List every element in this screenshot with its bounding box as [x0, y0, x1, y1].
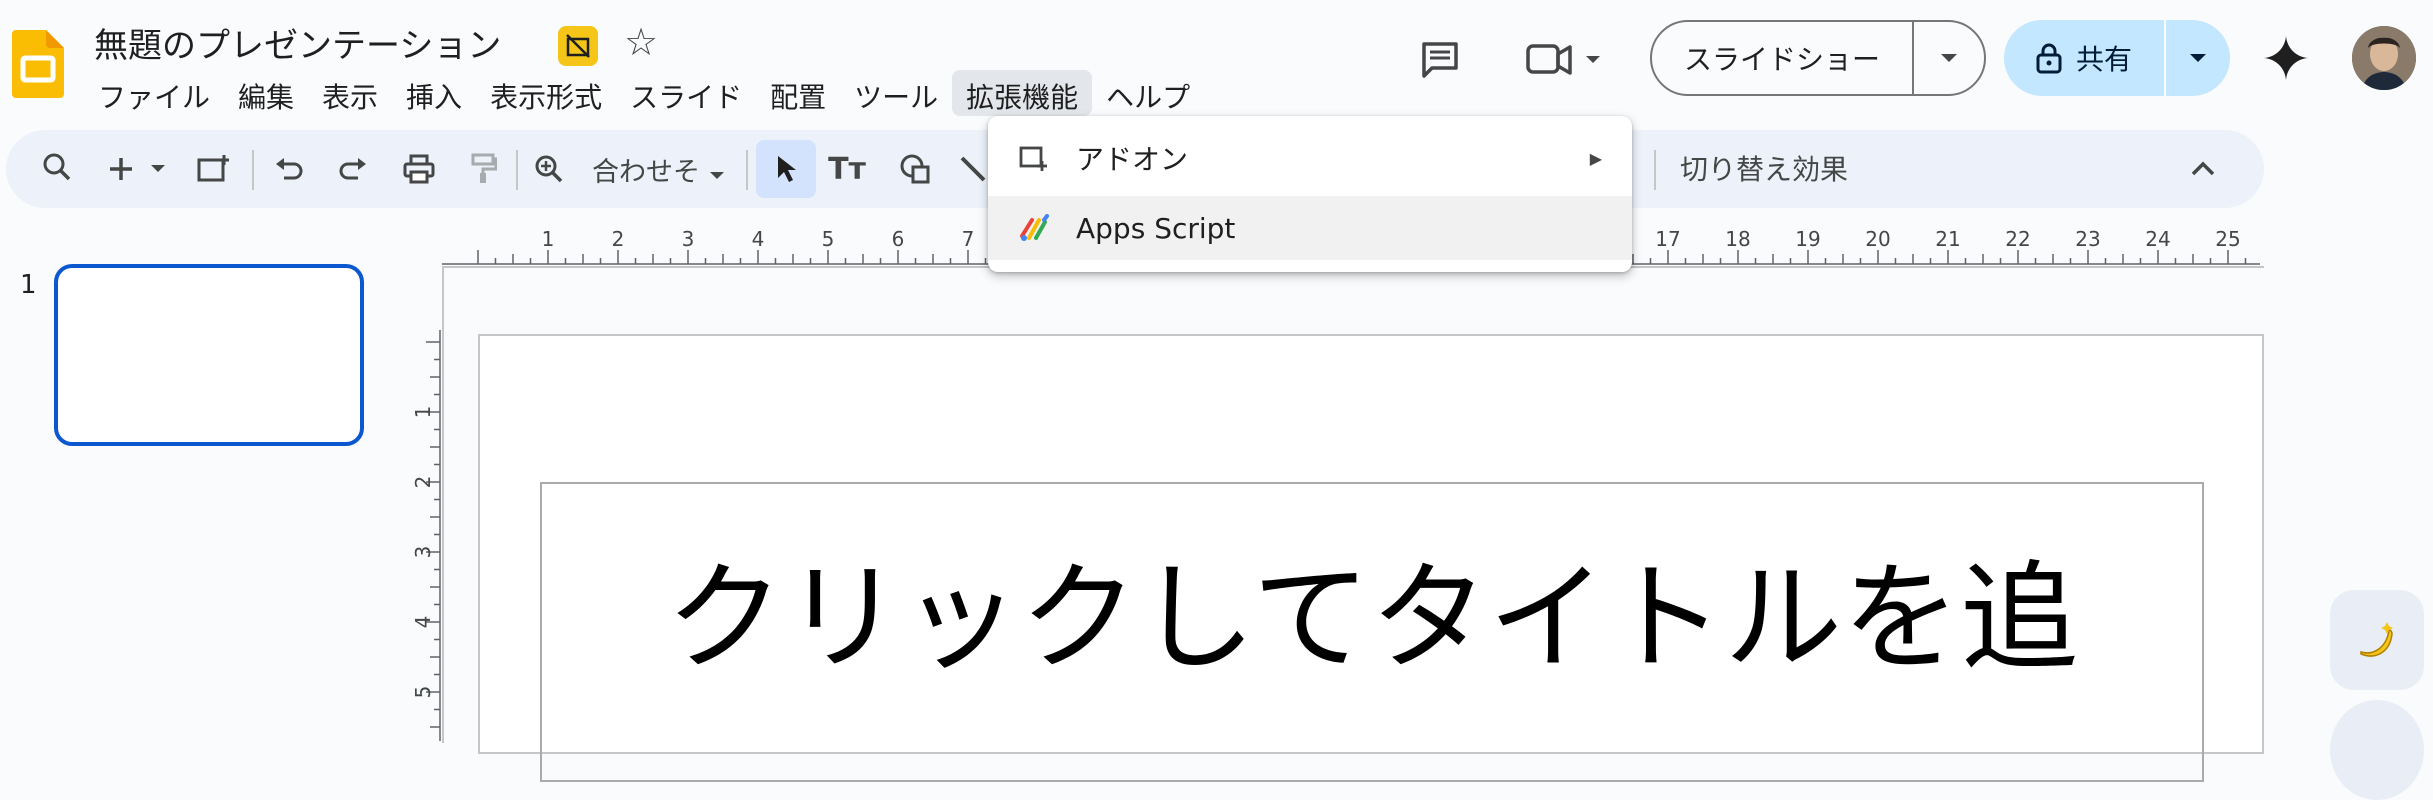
ruler-label: 17	[1655, 227, 1680, 251]
ruler-label: 5	[822, 227, 835, 251]
redo-icon[interactable]	[332, 148, 374, 190]
ruler-label: 25	[2215, 227, 2240, 251]
slideshow-button[interactable]: スライドショー	[1650, 20, 1986, 96]
menu-slide[interactable]: スライド	[616, 70, 756, 116]
submenu-arrow-icon: ▶	[1589, 148, 1602, 168]
text-box-icon[interactable]: Tт	[826, 148, 868, 190]
ruler-label: 23	[2075, 227, 2100, 251]
ruler-label: 3	[411, 546, 435, 559]
toolbar-divider	[252, 150, 254, 190]
menu-extensions[interactable]: 拡張機能	[952, 70, 1093, 116]
toolbar-divider	[746, 150, 748, 190]
slide-title-placeholder[interactable]: クリックしてタイトルを追	[540, 548, 2204, 690]
extensions-dropdown-menu: アドオン ▶ Apps Script	[988, 116, 1632, 272]
ruler-label: 5	[411, 686, 435, 699]
lock-icon	[2036, 43, 2062, 74]
collapse-toolbar-icon[interactable]	[2190, 150, 2216, 185]
print-icon[interactable]	[398, 148, 440, 190]
meet-video-icon[interactable]	[1524, 38, 1604, 82]
transition-button[interactable]: 切り替え効果	[1680, 148, 1848, 188]
search-menus-icon[interactable]	[36, 146, 78, 188]
zoom-dropdown-icon	[709, 172, 724, 179]
ruler-label: 1	[542, 227, 555, 251]
toolbar-divider	[516, 150, 518, 190]
new-slide-dropdown-icon[interactable]	[146, 148, 170, 190]
addon-icon	[1016, 140, 1052, 176]
slideshow-dropdown-icon[interactable]	[1912, 22, 1984, 94]
ruler-label: 20	[1865, 227, 1890, 251]
share-dropdown-icon[interactable]	[2164, 20, 2230, 96]
vertical-ruler: 1 2 3 4 5	[411, 330, 441, 741]
slides-logo-icon[interactable]	[12, 30, 64, 98]
star-icon[interactable]: ☆	[624, 20, 658, 64]
apps-script-icon	[1016, 210, 1052, 246]
menu-item-label: Apps Script	[1076, 211, 1236, 245]
document-title[interactable]: 無題のプレゼンテーション	[94, 18, 501, 67]
ruler-label: 21	[1935, 227, 1960, 251]
zoom-select[interactable]: 合わせそ	[592, 150, 725, 189]
paint-format-icon[interactable]	[462, 148, 504, 190]
menu-arrange[interactable]: 配置	[756, 70, 840, 116]
ruler-label: 2	[612, 227, 625, 251]
slide-number: 1	[20, 270, 37, 300]
slideshow-label: スライドショー	[1683, 43, 1880, 76]
undo-icon[interactable]	[268, 148, 310, 190]
menu-help[interactable]: ヘルプ	[1092, 70, 1204, 116]
menu-insert[interactable]: 挿入	[392, 70, 476, 116]
menu-bar: ファイル 編集 表示 挿入 表示形式 スライド 配置 ツール 拡張機能 ヘルプ	[84, 70, 1204, 116]
share-label: 共有	[2075, 43, 2132, 76]
user-avatar[interactable]	[2352, 26, 2416, 90]
ruler-label: 7	[962, 227, 975, 251]
new-slide-icon[interactable]	[100, 148, 142, 190]
cursor-icon[interactable]	[766, 148, 808, 190]
offline-status-icon[interactable]	[558, 26, 598, 66]
ruler-label: 1	[411, 406, 435, 419]
menu-item-addons[interactable]: アドオン ▶	[988, 126, 1632, 190]
ruler-label: 19	[1795, 227, 1820, 251]
shape-icon[interactable]	[894, 148, 936, 190]
ruler-label: 6	[892, 227, 905, 251]
zoom-label: 合わせそ	[592, 157, 700, 188]
zoom-icon[interactable]	[528, 148, 570, 190]
banana-side-panel-icon[interactable]	[2330, 590, 2424, 690]
ruler-label: 18	[1725, 227, 1750, 251]
gemini-sparkle-icon[interactable]	[2262, 34, 2310, 82]
menu-file[interactable]: ファイル	[84, 70, 224, 116]
toolbar-divider	[1654, 150, 1656, 190]
slide-thumbnail[interactable]	[54, 264, 364, 446]
ruler-label: 3	[682, 227, 695, 251]
ruler-label: 2	[411, 476, 435, 489]
menu-edit[interactable]: 編集	[224, 70, 308, 116]
menu-tools[interactable]: ツール	[840, 70, 952, 116]
side-panel-button[interactable]	[2330, 700, 2424, 800]
ruler-label: 4	[752, 227, 765, 251]
menu-item-apps-script[interactable]: Apps Script	[988, 196, 1632, 260]
menu-format[interactable]: 表示形式	[476, 70, 616, 116]
ruler-label: 4	[411, 616, 435, 629]
share-button[interactable]: 共有	[2004, 20, 2230, 96]
slide-layout-icon[interactable]	[192, 148, 234, 190]
comment-icon[interactable]	[1418, 38, 1462, 82]
menu-item-label: アドオン	[1076, 143, 1189, 176]
ruler-label: 24	[2145, 227, 2170, 251]
ruler-label: 22	[2005, 227, 2030, 251]
menu-view[interactable]: 表示	[308, 70, 392, 116]
